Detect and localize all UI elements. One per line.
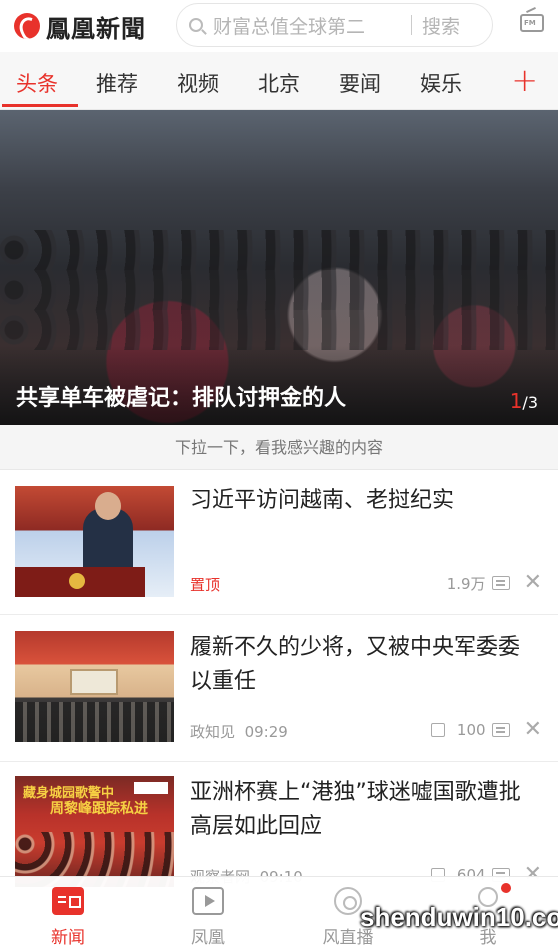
app-logo[interactable]: 鳳凰新聞 xyxy=(14,9,146,44)
news-title[interactable]: 亚洲杯赛上“港独”球迷嘘国歌遭批 高层如此回应 xyxy=(190,776,540,844)
search-button[interactable]: 搜索 xyxy=(422,12,460,39)
notification-dot xyxy=(501,883,511,893)
news-icon xyxy=(52,887,84,915)
thumbnail-stage-screen xyxy=(70,669,118,695)
hero-page-indicator: 1/3 xyxy=(510,389,538,413)
comment-count: 100 xyxy=(456,721,486,739)
dismiss-icon[interactable]: ✕ xyxy=(524,572,542,594)
search-divider xyxy=(411,15,412,35)
news-meta-right: 1.9万 ✕ xyxy=(447,572,542,594)
active-tab-indicator xyxy=(2,104,78,107)
news-meta-right: 100 ✕ xyxy=(430,719,542,741)
news-item[interactable]: 履新不久的少将，又被中央军委委以重任 政知见 09:29 100 ✕ xyxy=(0,615,558,762)
search-icon xyxy=(189,18,203,32)
pull-refresh-hint: 下拉一下，看我感兴趣的内容 xyxy=(0,425,558,470)
dismiss-icon[interactable]: ✕ xyxy=(524,719,542,741)
phoenix-logo-icon xyxy=(14,13,40,39)
news-item[interactable]: 习近平访问越南、老挝纪实 置顶 1.9万 ✕ xyxy=(0,470,558,615)
hero-page-total: /3 xyxy=(522,393,538,412)
nav-news[interactable]: 新闻 xyxy=(18,877,118,946)
nav-phoenix[interactable]: 凤凰 xyxy=(158,877,258,946)
tab-beijing[interactable]: 北京 xyxy=(258,68,300,98)
news-time: 09:29 xyxy=(244,723,288,741)
tab-entertainment[interactable]: 娱乐 xyxy=(420,68,462,98)
search-input[interactable]: 财富总值全球第二 xyxy=(213,12,403,39)
news-title[interactable]: 履新不久的少将，又被中央军委委以重任 xyxy=(190,631,540,699)
hero-image-crowd xyxy=(0,270,558,310)
channel-tabs: 头条 推荐 视频 北京 要闻 娱乐 + xyxy=(0,52,558,110)
top-header: 鳳凰新聞 财富总值全球第二 搜索 FM xyxy=(0,0,558,52)
news-title[interactable]: 习近平访问越南、老挝纪实 xyxy=(190,484,540,518)
live-broadcast-icon xyxy=(334,887,362,915)
comment-icon[interactable] xyxy=(491,723,510,737)
nav-label: 新闻 xyxy=(51,928,85,946)
thumbnail-audience xyxy=(15,702,174,742)
radio-fm-icon[interactable]: FM xyxy=(520,14,544,32)
gallery-icon xyxy=(430,723,445,737)
watermark-text: shenduwin10.com xyxy=(360,902,558,932)
national-emblem-icon xyxy=(69,573,85,589)
tab-important-news[interactable]: 要闻 xyxy=(339,68,381,98)
comment-icon[interactable] xyxy=(491,576,510,590)
tab-video[interactable]: 视频 xyxy=(177,68,219,98)
fm-label: FM xyxy=(524,19,536,27)
nav-label: 凤凰 xyxy=(191,928,225,946)
hero-carousel[interactable]: 共享单车被虐记：排队讨押金的人 1/3 xyxy=(0,110,558,425)
news-thumbnail: 藏身城园歌警中 周黎峰跟踪私进 xyxy=(15,776,174,887)
news-source-name: 政知见 xyxy=(190,723,236,741)
news-item[interactable]: 藏身城园歌警中 周黎峰跟踪私进 亚洲杯赛上“港独”球迷嘘国歌遭批 高层如此回应 … xyxy=(0,762,558,887)
logo-text: 鳳凰新聞 xyxy=(46,13,146,43)
tab-recommend[interactable]: 推荐 xyxy=(96,68,138,98)
video-play-icon xyxy=(192,887,224,915)
pinned-label: 置顶 xyxy=(190,576,221,594)
thumbnail-badge xyxy=(134,782,168,794)
hero-page-current: 1 xyxy=(509,389,523,413)
thumbnail-caption: 周黎峰跟踪私进 xyxy=(50,801,148,817)
news-source: 政知见 09:29 xyxy=(190,721,288,742)
hero-title[interactable]: 共享单车被虐记：排队讨押金的人 xyxy=(16,380,346,412)
search-bar[interactable]: 财富总值全球第二 搜索 xyxy=(176,3,493,47)
add-channel-button[interactable]: + xyxy=(511,61,538,99)
hero-image-crowd xyxy=(0,230,558,270)
news-thumbnail xyxy=(15,631,174,742)
comment-count: 1.9万 xyxy=(446,574,486,593)
hero-image-crowd xyxy=(0,310,558,350)
tab-headlines[interactable]: 头条 xyxy=(16,68,58,98)
news-thumbnail xyxy=(15,486,174,597)
thumbnail-figure-head xyxy=(95,492,121,520)
